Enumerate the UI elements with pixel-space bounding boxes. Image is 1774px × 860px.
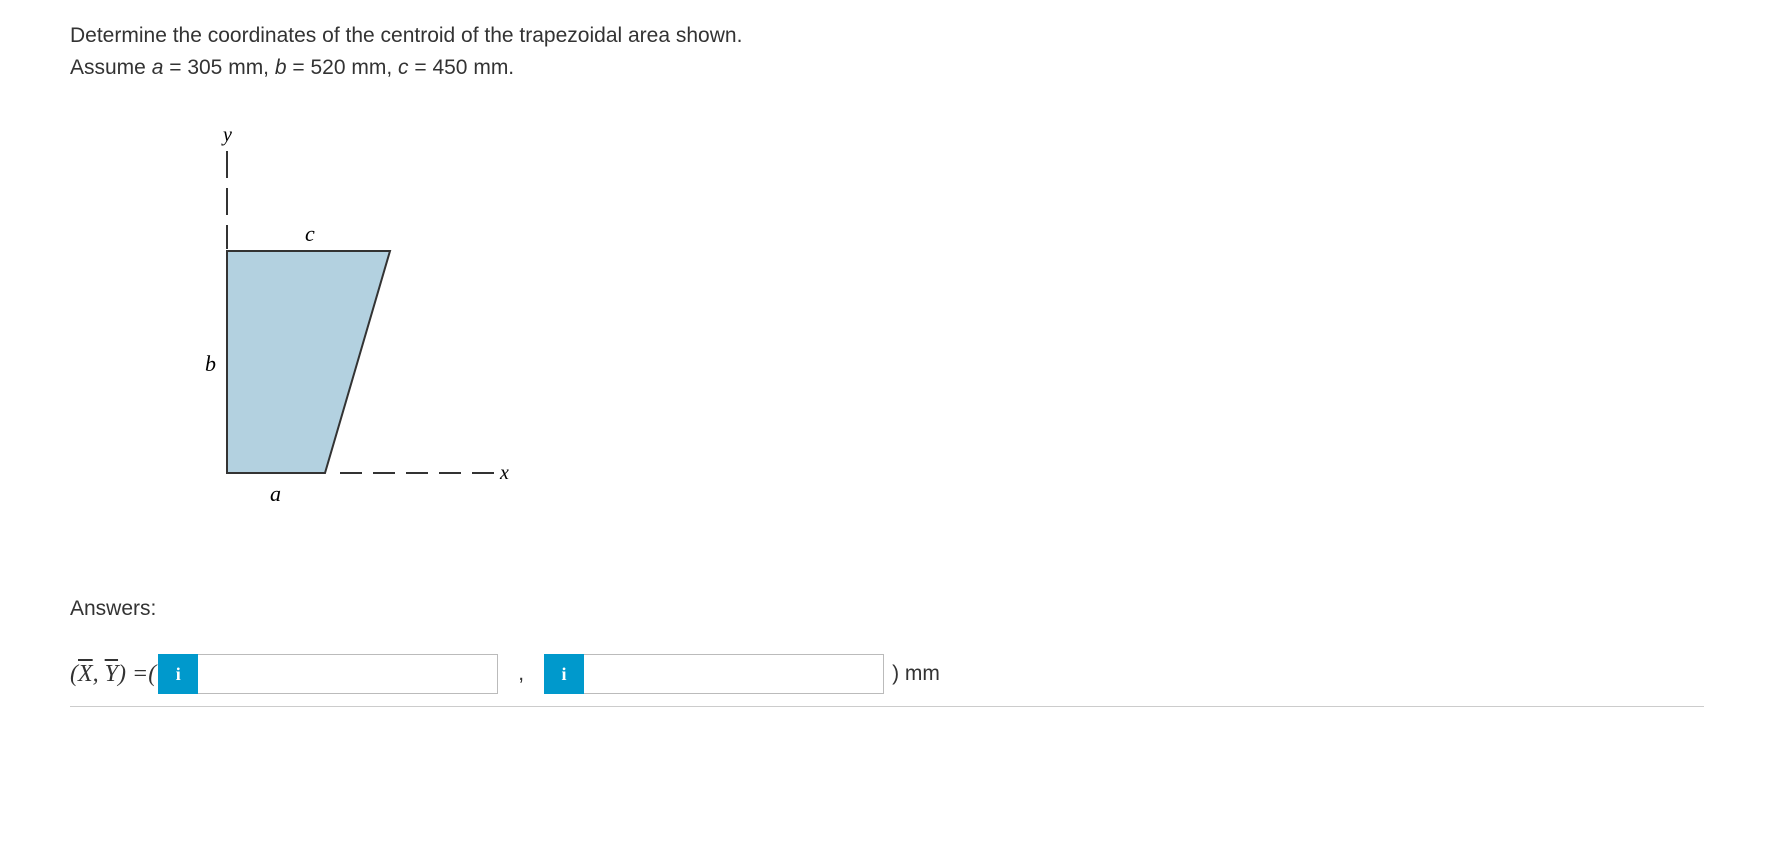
var-b: b [275, 56, 287, 79]
val-a: = 305 mm, [163, 56, 274, 79]
y-coord-input[interactable] [584, 654, 884, 694]
val-c: = 450 mm. [409, 56, 515, 79]
equals-paren: ) =( [118, 661, 156, 687]
problem-line-2: Assume a = 305 mm, b = 520 mm, c = 450 m… [70, 52, 1704, 84]
trapezoid-diagram: y x c b a [130, 123, 1704, 533]
info-icon-x[interactable]: i [158, 654, 198, 694]
unit-mm: mm [905, 662, 940, 685]
dim-a: a [270, 481, 281, 506]
problem-statement: Determine the coordinates of the centroi… [70, 20, 1704, 83]
paren-open: ( [70, 661, 78, 687]
x-axis-label: x [499, 462, 509, 484]
answers-heading: Answers: [70, 593, 1704, 625]
closing-unit: ) mm [892, 658, 940, 690]
var-c: c [398, 56, 409, 79]
paren-close: ) [892, 662, 899, 685]
y-axis-label: y [221, 124, 232, 146]
y-bar: Y [105, 661, 118, 687]
dim-c: c [305, 221, 315, 246]
dim-b: b [205, 351, 216, 376]
problem-line-1: Determine the coordinates of the centroi… [70, 20, 1704, 52]
info-icon-y[interactable]: i [544, 654, 584, 694]
x-coord-input[interactable] [198, 654, 498, 694]
var-a: a [152, 56, 164, 79]
x-bar: X [78, 661, 93, 687]
answer-formula: (X, Y) =( [70, 656, 156, 692]
comma-separator: , [518, 658, 524, 690]
val-b: = 520 mm, [287, 56, 398, 79]
trapezoid-shape [227, 251, 390, 473]
assume-text: Assume [70, 56, 152, 79]
answer-row: (X, Y) =( i , i ) mm [70, 654, 1704, 707]
